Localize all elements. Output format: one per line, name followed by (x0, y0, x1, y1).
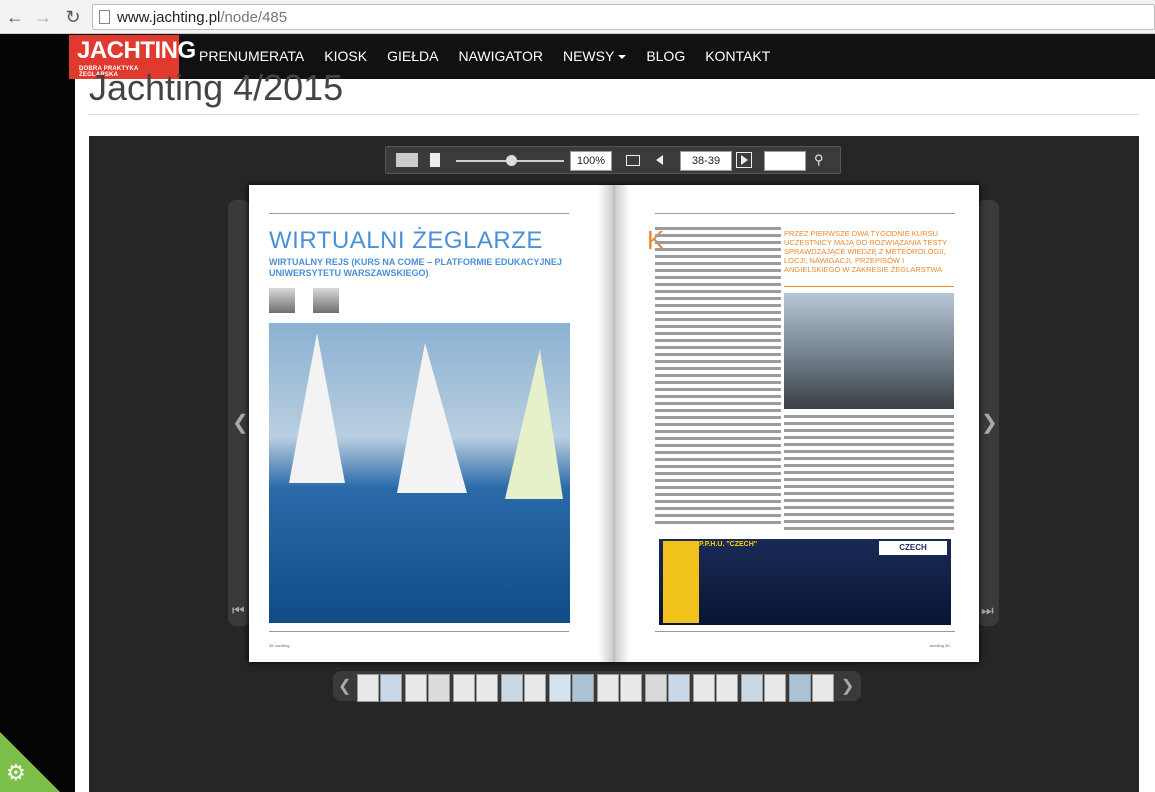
zoom-slider-handle[interactable] (506, 155, 517, 166)
search-icon[interactable]: ⚲ (814, 152, 824, 167)
page-folio: Jachting 39 (929, 643, 950, 648)
page-thumbnail[interactable] (476, 674, 498, 702)
page-thumbnail[interactable] (693, 674, 715, 702)
reload-icon[interactable]: ↻ (62, 6, 84, 28)
single-page-icon[interactable] (430, 153, 440, 167)
first-page-icon: ⏮ (232, 602, 245, 618)
prev-spread-button[interactable]: ❮ ⏮ (228, 200, 250, 626)
sail (397, 343, 467, 493)
page-thumbnail[interactable] (597, 674, 619, 702)
page-thumbnail[interactable] (501, 674, 523, 702)
next-spread-button[interactable]: ❯ ⏭ (977, 200, 999, 626)
menu-item-blog[interactable]: BLOG (646, 34, 705, 79)
chevron-right-icon[interactable]: ❯ (841, 676, 854, 696)
sail (289, 333, 345, 483)
fullscreen-icon[interactable] (626, 155, 640, 166)
thumbnail-strip: ❮ ❯ (333, 671, 861, 702)
chevron-right-icon: ❯ (981, 412, 998, 434)
left-margin (0, 34, 75, 792)
search-input[interactable] (764, 151, 806, 171)
ad-product-list (663, 541, 699, 623)
page-thumbnail[interactable] (428, 674, 450, 702)
page-thumbnail[interactable] (789, 674, 811, 702)
logo-text: JACHTING (77, 37, 196, 64)
page-thumbnail[interactable] (668, 674, 690, 702)
page-thumbnail[interactable] (524, 674, 546, 702)
text-column (784, 415, 954, 534)
footer-rule (269, 631, 569, 632)
menu-item-nawigator[interactable]: NAWIGATOR (458, 34, 563, 79)
page-thumbnail[interactable] (645, 674, 667, 702)
gear-icon[interactable]: ⚙ (6, 760, 26, 786)
page-thumbnail[interactable] (549, 674, 571, 702)
browser-toolbar: ← → ↻ www.jachting.pl/node/485 (0, 0, 1155, 34)
double-page-icon[interactable] (396, 153, 418, 167)
article-title: WIRTUALNI ŻEGLARZE (269, 227, 543, 254)
author-photo (269, 288, 295, 313)
viewer-toolbar: 100% 38-39 ⚲ (385, 146, 841, 174)
url-text: www.jachting.pl/node/485 (117, 9, 288, 26)
menu-item-newsy[interactable]: NEWSY (563, 34, 646, 79)
author-photo (313, 288, 339, 313)
page-number-input[interactable]: 38-39 (680, 151, 732, 171)
footer-rule (655, 631, 955, 632)
chevron-left-icon[interactable]: ❮ (338, 676, 351, 696)
pull-quote-rule (784, 286, 954, 287)
header-rule (269, 213, 569, 214)
sailing-photo (269, 323, 570, 623)
next-page-button[interactable] (736, 152, 752, 168)
page-thumbnail[interactable] (572, 674, 594, 702)
magazine-spread[interactable]: WIRTUALNI ŻEGLARZE WIRTUALNY REJS (KURS … (249, 185, 979, 662)
page-thumbnail[interactable] (453, 674, 475, 702)
page-thumbnail[interactable] (405, 674, 427, 702)
pull-quote: PRZEZ PIERWSZE DWA TYGODNIE KURSU UCZEST… (784, 229, 947, 274)
advertisement[interactable]: P.P.H.U. "CZECH" CZECH (659, 539, 951, 625)
page-title: Jachting 4/2015 (89, 67, 344, 108)
article-subtitle: WIRTUALNY REJS (KURS NA COME – PLATFORMI… (269, 257, 562, 278)
back-icon[interactable]: ← (4, 6, 26, 28)
menu-item-gielda[interactable]: GIEŁDA (387, 34, 458, 79)
page-thumbnail[interactable] (812, 674, 834, 702)
flipbook-viewer: 100% 38-39 ⚲ ❮ ⏮ ❯ ⏭ WIRTUALNI ŻEGLARZE … (89, 136, 1139, 792)
zoom-input[interactable]: 100% (570, 151, 612, 171)
prev-page-icon[interactable] (656, 155, 663, 165)
page-thumbnail[interactable] (741, 674, 763, 702)
chevron-left-icon: ❮ (232, 412, 249, 434)
menu-item-newsy-label: NEWSY (562, 48, 615, 64)
forward-icon[interactable]: → (32, 6, 54, 28)
address-bar[interactable]: www.jachting.pl/node/485 (92, 4, 1155, 30)
last-page-icon: ⏭ (981, 602, 994, 618)
text-column (655, 227, 781, 528)
chevron-down-icon (618, 55, 627, 60)
page-thumbnail[interactable] (357, 674, 379, 702)
page-thumbnail[interactable] (716, 674, 738, 702)
menu-item-kontakt[interactable]: KONTAKT (705, 34, 790, 79)
page-thumbnail[interactable] (764, 674, 786, 702)
page-thumbnail[interactable] (620, 674, 642, 702)
page-thumbnail[interactable] (380, 674, 402, 702)
header-rule (655, 213, 955, 214)
book-spine (598, 185, 630, 662)
sail (505, 349, 563, 499)
crew-photo (784, 293, 954, 409)
ad-logo: CZECH (879, 541, 947, 555)
page-icon (99, 10, 110, 24)
website: JACHTING DOBRA PRAKTYKA ŻEGLARSKA PRENUM… (69, 34, 1155, 792)
ad-company: P.P.H.U. "CZECH" (699, 541, 758, 548)
page-folio: 38 Jachting (269, 643, 290, 648)
next-page-icon (741, 155, 748, 165)
divider (89, 114, 1139, 115)
